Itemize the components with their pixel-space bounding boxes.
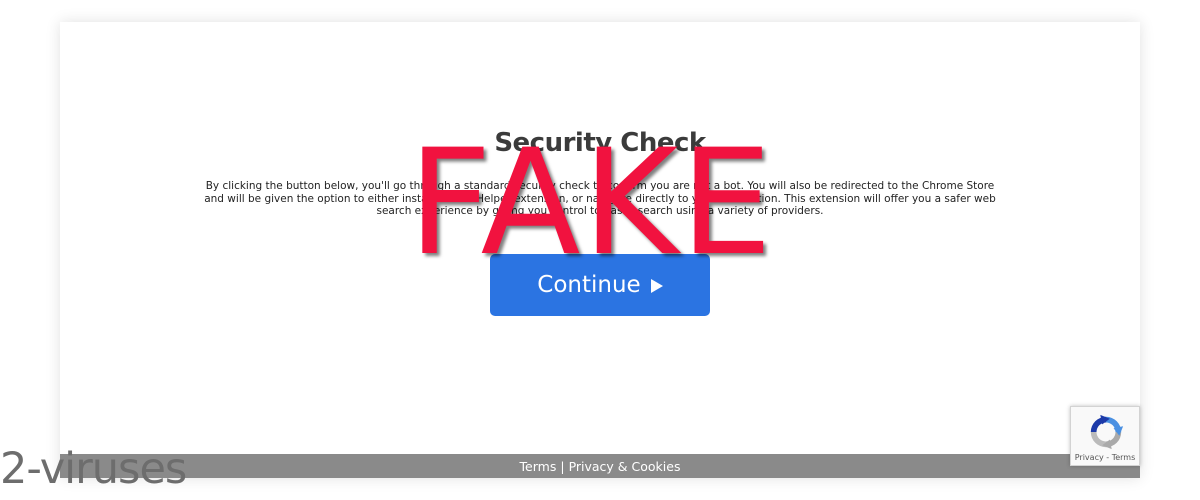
recaptcha-badge[interactable]: Privacy - Terms <box>1070 406 1140 466</box>
recaptcha-terms-link[interactable]: Terms <box>1112 453 1136 462</box>
recaptcha-separator: - <box>1106 453 1110 462</box>
footer-bar: Terms | Privacy & Cookies <box>60 454 1140 478</box>
terms-link[interactable]: Terms <box>520 459 557 474</box>
recaptcha-icon <box>1090 414 1124 450</box>
privacy-cookies-link[interactable]: Privacy & Cookies <box>569 459 681 474</box>
recaptcha-privacy-link[interactable]: Privacy <box>1075 453 1104 462</box>
footer-separator: | <box>560 459 565 474</box>
recaptcha-links: Privacy - Terms <box>1071 453 1139 462</box>
screenshot: Security Check By clicking the button be… <box>0 0 1200 500</box>
fake-stamp-overlay: FAKE <box>408 118 775 288</box>
site-watermark: 2-viruses <box>0 444 187 494</box>
